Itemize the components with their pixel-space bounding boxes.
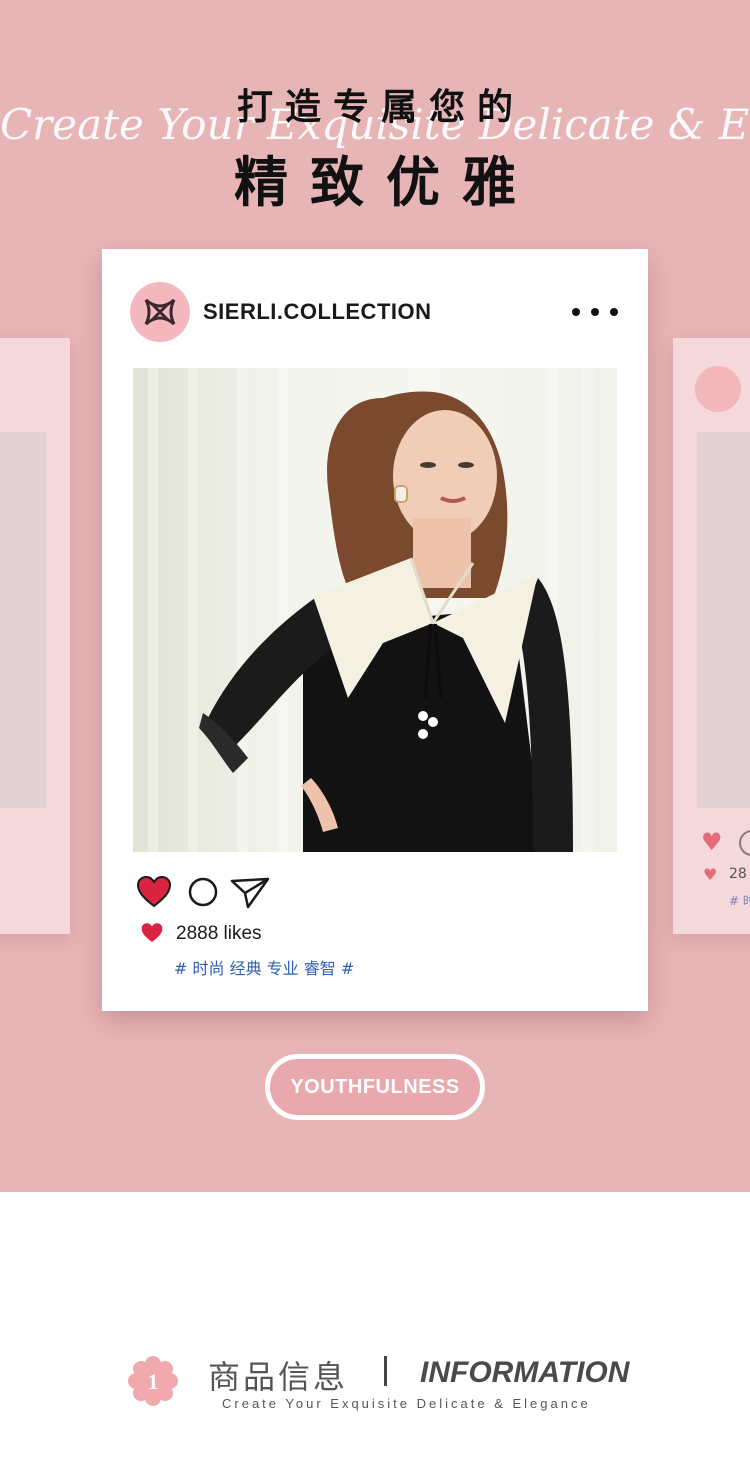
post-photo bbox=[133, 368, 617, 852]
post-hashtags[interactable]: # 时尚 经典 专业 睿智 # bbox=[174, 955, 354, 979]
hero-title-line1: 打造专属您的 bbox=[236, 87, 525, 128]
send-icon bbox=[230, 877, 270, 909]
right-ghost-card: ♥ ♥ 28 # 时 bbox=[673, 338, 750, 934]
likes-heart-icon bbox=[141, 923, 163, 943]
comment-icon bbox=[188, 877, 218, 907]
left-ghost-photo bbox=[0, 432, 46, 808]
more-dots-icon bbox=[572, 308, 580, 316]
hero-section: Create Your Exquisite Delicate & Eleganc… bbox=[0, 0, 750, 1192]
right-ghost-tag: # 时 bbox=[729, 894, 750, 908]
section-title-en: INFORMATION bbox=[420, 1356, 630, 1389]
right-ghost-heart-icon: ♥ bbox=[701, 828, 723, 856]
post-actions bbox=[136, 875, 276, 909]
heart-icon bbox=[136, 875, 172, 908]
share-button[interactable] bbox=[230, 875, 270, 909]
like-button[interactable] bbox=[136, 875, 172, 909]
likes-count: 2888 likes bbox=[176, 923, 262, 944]
right-ghost-logo-icon bbox=[695, 366, 741, 412]
right-ghost-likes-count: 28 bbox=[729, 866, 747, 882]
title-divider bbox=[384, 1356, 387, 1386]
right-ghost-comment-icon bbox=[739, 830, 750, 856]
section-title-cn: 商品信息 bbox=[208, 1358, 349, 1396]
right-ghost-photo bbox=[697, 432, 750, 808]
comment-button[interactable] bbox=[186, 875, 222, 909]
section-subtitle: Create Your Exquisite Delicate & Eleganc… bbox=[222, 1396, 591, 1411]
right-ghost-like-heart-icon: ♥ bbox=[703, 865, 718, 884]
model-illustration bbox=[148, 368, 593, 852]
more-options-button[interactable] bbox=[572, 301, 618, 323]
hero-title-line2: 精致优雅 bbox=[234, 151, 538, 214]
more-dots-icon bbox=[610, 308, 618, 316]
youthfulness-button[interactable]: YOUTHFULNESS bbox=[265, 1054, 485, 1120]
badge-number: 1 bbox=[148, 1369, 159, 1394]
left-ghost-card bbox=[0, 338, 70, 934]
brand-logo-avatar[interactable] bbox=[130, 282, 190, 342]
more-dots-icon bbox=[591, 308, 599, 316]
post-card: SIERLI.COLLECTION 2888 likes # 时尚 经典 专业 … bbox=[102, 249, 648, 1011]
flower-badge-icon: 1 bbox=[128, 1356, 178, 1406]
post-username[interactable]: SIERLI.COLLECTION bbox=[203, 299, 432, 325]
brand-logo-icon bbox=[144, 298, 176, 326]
